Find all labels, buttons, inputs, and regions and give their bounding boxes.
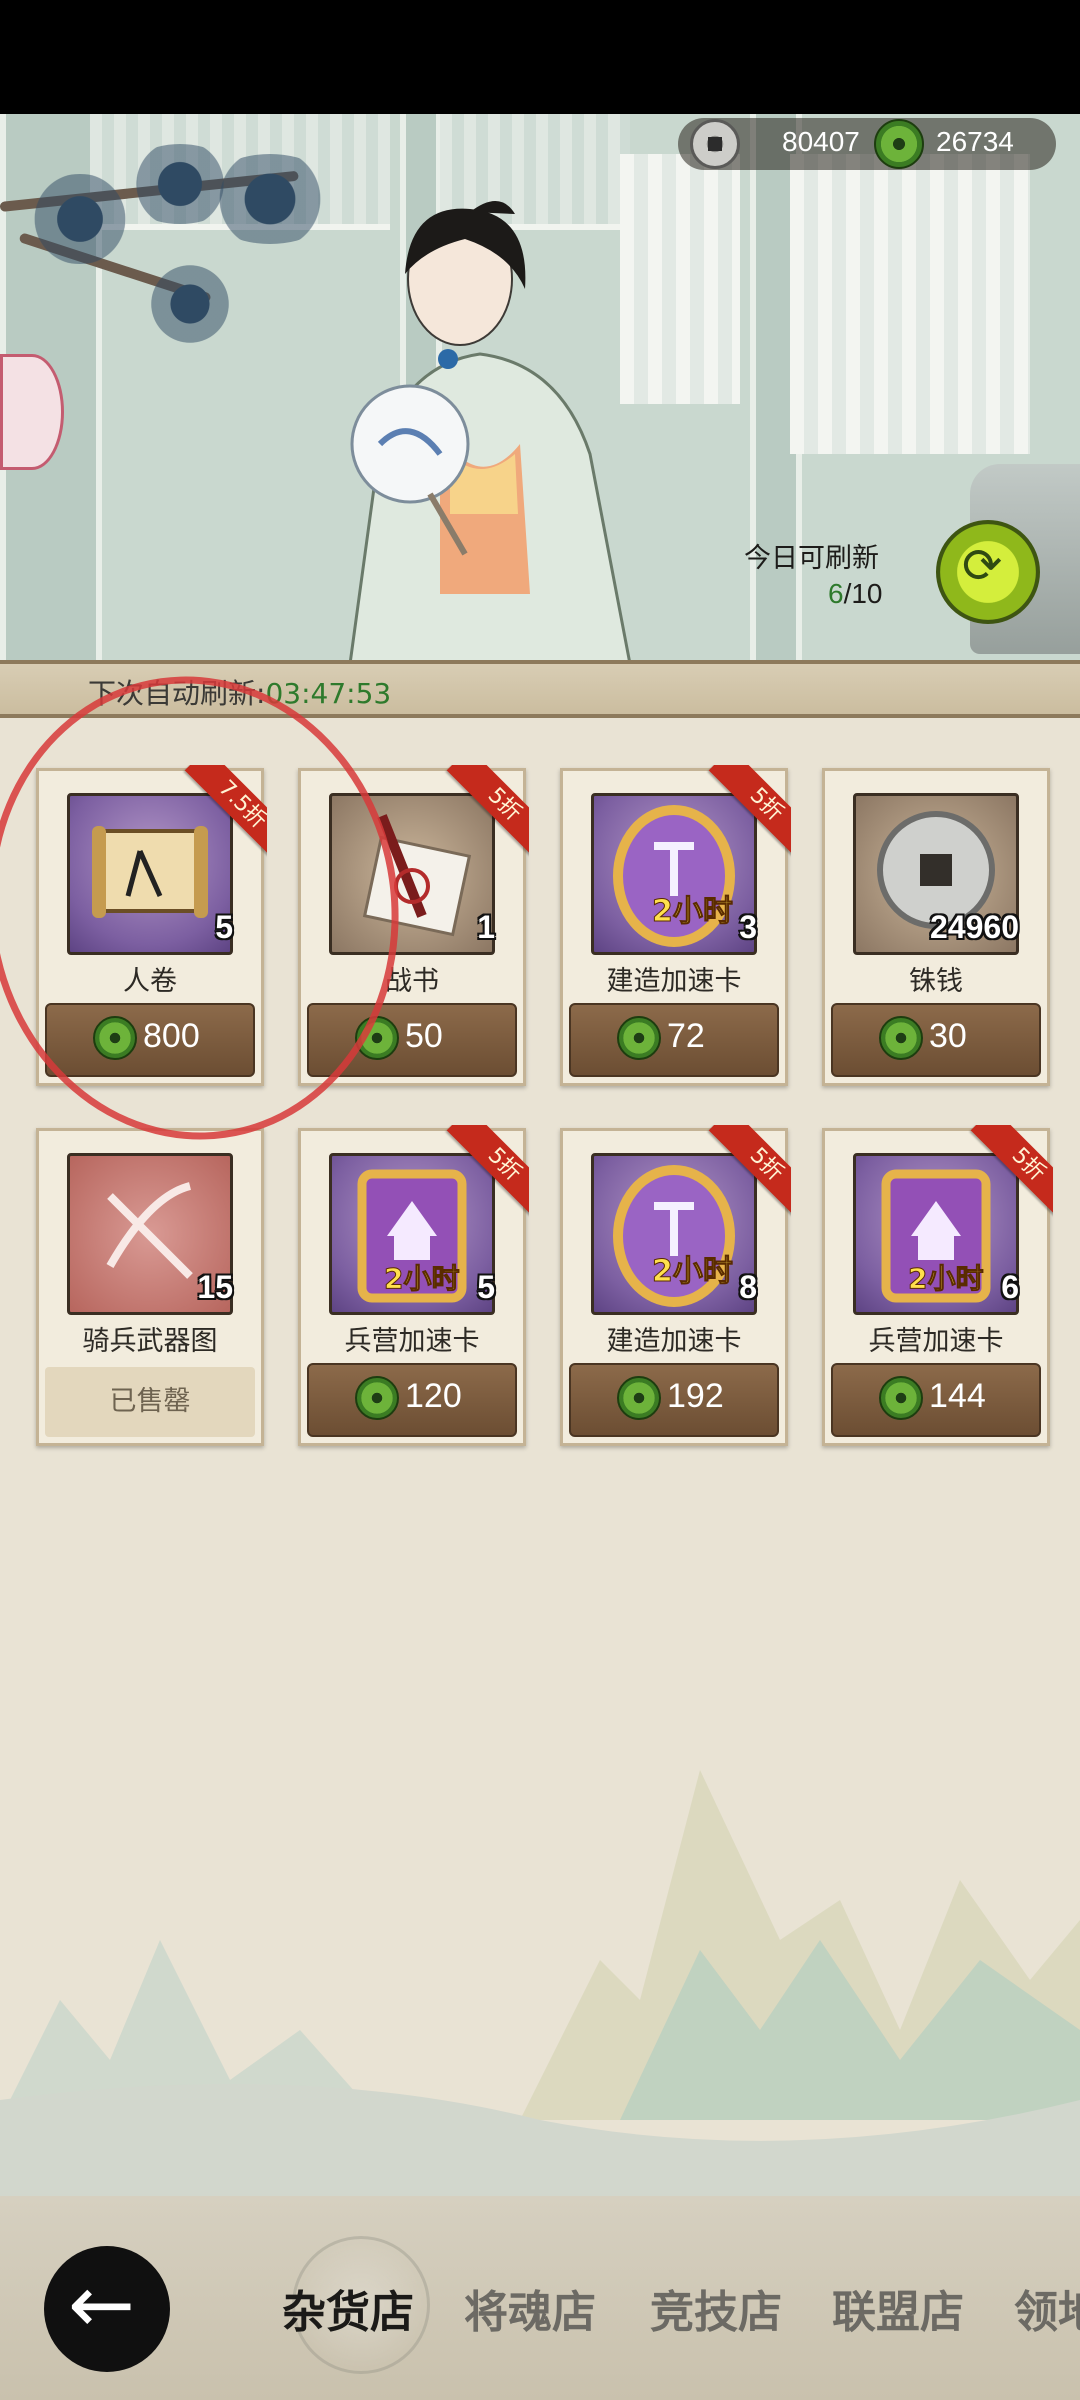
- red-annotation-circle: [0, 649, 429, 1167]
- item-name: 兵营加速卡: [868, 1326, 1004, 1357]
- jade-coin-icon: [879, 1376, 923, 1420]
- item-name: 兵营加速卡: [344, 1326, 480, 1357]
- pine-needles: [140, 264, 240, 344]
- jade-coin-icon: [879, 1016, 923, 1060]
- shop-item-card[interactable]: 24960 铢钱 30: [822, 768, 1050, 1086]
- svg-text:2小时: 2小时: [908, 1262, 983, 1295]
- item-name: 铢钱: [909, 966, 963, 997]
- item-quantity: 24960: [930, 909, 1019, 945]
- shop-tab[interactable]: 将魂店: [464, 2276, 596, 2340]
- refresh-total: /10: [843, 578, 883, 609]
- item-name: 建造加速卡: [606, 966, 742, 997]
- item-quantity: 3: [739, 909, 757, 945]
- shop-tab[interactable]: 竞技店: [650, 2276, 782, 2340]
- discount-ribbon: 5折: [429, 765, 529, 865]
- shop-tab[interactable]: 领地: [1014, 2276, 1080, 2340]
- item-price: 72: [667, 1017, 705, 1055]
- discount-label: 5折: [708, 1125, 791, 1223]
- buy-button[interactable]: 192: [569, 1363, 779, 1437]
- discount-ribbon: 5折: [691, 765, 791, 865]
- refresh-info: 今日可刷新 6/10: [744, 536, 904, 616]
- shop-item-card[interactable]: 2小时 6 兵营加速卡 144 5折: [822, 1125, 1053, 1446]
- item-quantity: 15: [197, 1269, 233, 1305]
- copper-amount: 80407: [782, 126, 860, 157]
- status-bar: [0, 0, 1080, 114]
- item-quantity: 1: [477, 909, 495, 945]
- jade-coin-icon: [355, 1376, 399, 1420]
- refresh-count: 6/10: [828, 578, 883, 610]
- window-blind: [790, 154, 1030, 454]
- discount-ribbon: 5折: [691, 1125, 791, 1225]
- jade-amount: 26734: [936, 126, 1014, 157]
- copper-coin-icon: [690, 119, 740, 169]
- item-price: 30: [929, 1017, 967, 1055]
- item-quantity: 6: [1001, 1269, 1019, 1305]
- avatar[interactable]: [0, 354, 64, 470]
- discount-label: 5折: [446, 1125, 529, 1223]
- buy-button[interactable]: 120: [307, 1363, 517, 1437]
- item-price: 120: [405, 1377, 462, 1415]
- item-quantity: 5: [477, 1269, 495, 1305]
- item-name: 建造加速卡: [606, 1326, 742, 1357]
- jade-coin-icon: [874, 119, 924, 169]
- refresh-label: 今日可刷新: [744, 543, 879, 574]
- discount-label: 5折: [446, 765, 529, 863]
- buy-button[interactable]: 72: [569, 1003, 779, 1077]
- jade-coin-icon: [617, 1016, 661, 1060]
- discount-label: 5折: [708, 765, 791, 863]
- refresh-remaining: 6: [828, 578, 844, 609]
- back-button[interactable]: [44, 2246, 170, 2372]
- shop-item-card[interactable]: 2小时 8 建造加速卡 192 5折: [560, 1125, 791, 1446]
- mountain-landscape-background: [0, 1770, 1080, 2220]
- shop-item-card[interactable]: 2小时 3 建造加速卡 72 5折: [560, 765, 791, 1086]
- shop-item-card[interactable]: 15 骑兵武器图已售罄: [36, 1128, 264, 1446]
- svg-text:2小时: 2小时: [652, 894, 733, 929]
- buy-button[interactable]: 30: [831, 1003, 1041, 1077]
- discount-label: 5折: [970, 1125, 1053, 1223]
- discount-ribbon: 5折: [953, 1125, 1053, 1225]
- buy-button[interactable]: 144: [831, 1363, 1041, 1437]
- item-price: 144: [929, 1377, 986, 1415]
- shop-banner: [0, 114, 1080, 660]
- item-price: 50: [405, 1017, 443, 1055]
- shop-tab[interactable]: 杂货店: [282, 2276, 414, 2340]
- refresh-button[interactable]: [936, 520, 1040, 624]
- shop-tab[interactable]: 联盟店: [832, 2276, 964, 2340]
- discount-ribbon: 5折: [429, 1125, 529, 1225]
- pine-needles: [20, 174, 140, 264]
- svg-text:2小时: 2小时: [652, 1254, 733, 1289]
- item-price: 192: [667, 1377, 724, 1415]
- item-quantity: 8: [739, 1269, 757, 1305]
- sold-out-label: 已售罄: [45, 1367, 255, 1437]
- item-name: 骑兵武器图: [82, 1326, 218, 1357]
- svg-text:2小时: 2小时: [384, 1262, 459, 1295]
- currency-bar: 80407 26734: [678, 118, 1056, 170]
- jade-coin-icon: [617, 1376, 661, 1420]
- shop-item-card[interactable]: 2小时 5 兵营加速卡 120 5折: [298, 1125, 529, 1446]
- merchant-lady-illustration: [349, 200, 631, 660]
